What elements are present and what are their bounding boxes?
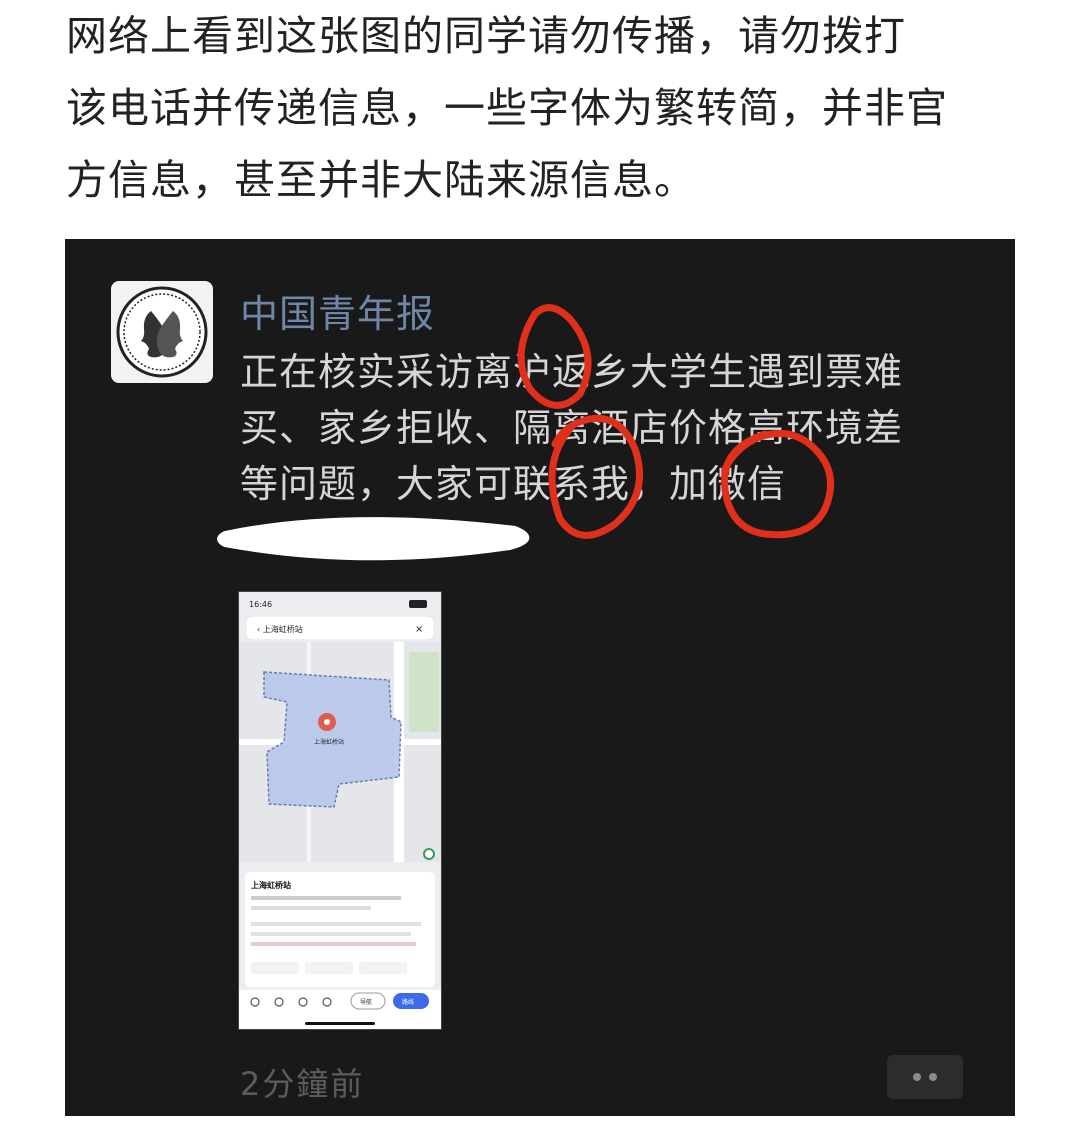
post-text-line: 等问题，大家可联系我，加微信 — [240, 462, 787, 506]
white-scribble — [217, 517, 530, 561]
post-text-line: 买、家乡拒收、隔离酒店价格高环境差 — [240, 406, 904, 450]
embedded-screenshot: 中国青年报 正在核实采访离沪返乡大学生遇到票难 买、家乡拒收、隔离酒店价格高环境… — [65, 239, 1015, 1116]
svg-text:上海虹桥站: 上海虹桥站 — [314, 738, 344, 746]
svg-text:导航: 导航 — [360, 998, 372, 1006]
svg-text:上海虹桥站: 上海虹桥站 — [251, 880, 291, 890]
post-text-line: 正在核实采访离沪返乡大学生遇到票难 — [240, 350, 904, 394]
svg-text:路线: 路线 — [402, 998, 414, 1006]
intro-text: 网络上看到这张图的同学请勿传播，请勿拨打 该电话并传递信息，一些字体为繁转简，并… — [66, 0, 1026, 216]
post-time: 2分鐘前 — [240, 1065, 365, 1103]
svg-text:×: × — [415, 624, 423, 635]
intro-line: 该电话并传递信息，一些字体为繁转简，并非官 — [66, 84, 948, 132]
more-dots-icon — [929, 1073, 937, 1081]
account-name[interactable]: 中国青年报 — [240, 283, 435, 338]
svg-text:16:46: 16:46 — [249, 600, 272, 609]
coin-portrait-icon — [116, 286, 208, 378]
phone-screenshot-thumbnail[interactable]: 16:46 ‹ 上海虹桥站 × 上海虹桥站 上海虹桥站 导航 路线 — [238, 591, 442, 1030]
intro-line: 方信息，甚至并非大陆来源信息。 — [66, 156, 696, 204]
svg-text:‹ 上海虹桥站: ‹ 上海虹桥站 — [257, 624, 303, 634]
post-text: 正在核实采访离沪返乡大学生遇到票难 买、家乡拒收、隔离酒店价格高环境差 等问题，… — [240, 344, 980, 512]
intro-line: 网络上看到这张图的同学请勿传播，请勿拨打 — [66, 12, 906, 60]
map-screenshot-image: 16:46 ‹ 上海虹桥站 × 上海虹桥站 上海虹桥站 导航 路线 — [239, 592, 441, 1029]
avatar[interactable] — [111, 281, 213, 383]
more-button[interactable] — [887, 1055, 963, 1099]
more-dots-icon — [913, 1073, 921, 1081]
